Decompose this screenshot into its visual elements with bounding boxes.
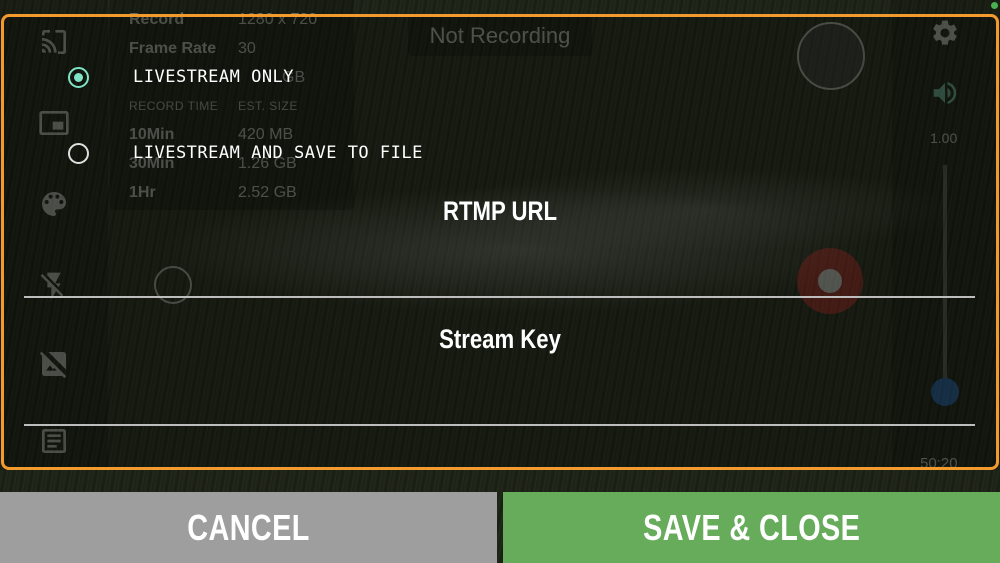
- save-button-label: SAVE & CLOSE: [642, 506, 861, 548]
- livestream-only-label[interactable]: Livestream Only: [133, 67, 294, 87]
- rtmp-url-label: RTMP URL: [443, 196, 557, 226]
- cancel-button-label: CANCEL: [187, 506, 310, 548]
- status-indicator: [991, 2, 998, 9]
- livestream-only-radio[interactable]: [68, 67, 89, 88]
- stream-key-input[interactable]: [24, 424, 975, 426]
- rtmp-url-input[interactable]: [24, 296, 975, 298]
- save-and-close-button[interactable]: SAVE & CLOSE: [503, 492, 1000, 563]
- stream-key-label: Stream Key: [439, 324, 561, 354]
- cancel-button[interactable]: CANCEL: [0, 492, 497, 563]
- livestream-and-save-radio[interactable]: [68, 143, 89, 164]
- livestream-and-save-label[interactable]: Livestream and Save to File: [133, 143, 423, 163]
